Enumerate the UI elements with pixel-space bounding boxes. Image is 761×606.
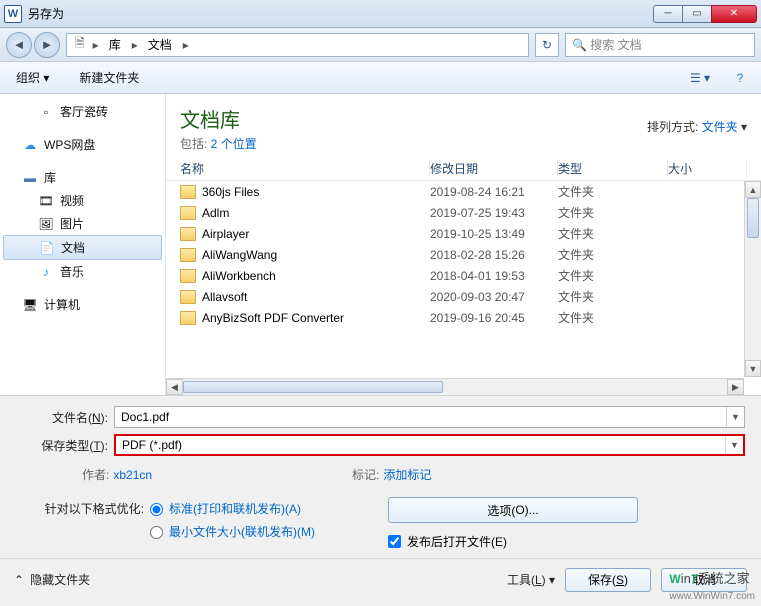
app-icon: W [4,5,22,23]
breadcrumb-root-icon: 🗎 [71,34,89,55]
sidebar: ▫客厅瓷砖 ☁WPS网盘 ▬库 🎞视频 🖼图片 📄文档 ♪音乐 🖥计算机 [0,94,166,395]
main-pane: 文档库 包括: 2 个位置 排列方式: 文件夹 ▾ 名称 修改日期 类型 大小 … [166,94,761,395]
folder-icon [180,269,196,283]
radio-standard-label[interactable]: 标准(打印和联机发布)(A) [169,500,301,517]
dropdown-icon[interactable]: ▼ [726,407,744,427]
hscroll-thumb[interactable] [183,381,443,393]
scroll-thumb[interactable] [747,198,759,238]
filetype-select[interactable]: PDF (*.pdf)▼ [114,434,745,456]
view-button[interactable]: ☰ ▾ [687,67,713,89]
filename-input[interactable]: Doc1.pdf▼ [114,406,745,428]
table-row[interactable]: AliWangWang2018-02-28 15:26文件夹 [180,244,761,265]
sidebar-item-computer[interactable]: 🖥计算机 [0,293,165,316]
new-folder-button[interactable]: 新建文件夹 [71,67,147,88]
table-row[interactable]: Allavsoft2020-09-03 20:47文件夹 [180,286,761,307]
folder-icon [180,227,196,241]
forward-button[interactable]: ► [34,32,60,58]
sidebar-item-libraries[interactable]: ▬库 [0,166,165,189]
search-icon: 🔍 [572,38,587,52]
video-icon: 🎞 [38,193,54,209]
radio-minimum[interactable] [150,526,163,539]
window-controls: ─ ▭ ✕ [654,5,757,23]
sidebar-item-video[interactable]: 🎞视频 [0,189,165,212]
collapse-icon: ⌃ [14,573,24,587]
close-button[interactable]: ✕ [711,5,757,23]
tile-icon: ▫ [38,104,54,120]
refresh-button[interactable]: ↻ [535,33,559,57]
table-row[interactable]: AliWorkbench2018-04-01 19:53文件夹 [180,265,761,286]
file-list: 360js Files2019-08-24 16:21文件夹Adlm2019-0… [166,181,761,395]
minimize-button[interactable]: ─ [653,5,683,23]
horizontal-scrollbar[interactable]: ◀ ▶ [166,378,744,395]
toolbar: 组织 ▾ 新建文件夹 ☰ ▾ ? [0,62,761,94]
save-options-pane: 文件名(N): Doc1.pdf▼ 保存类型(T): PDF (*.pdf)▼ … [0,396,761,558]
window-title: 另存为 [28,5,64,22]
search-input[interactable]: 🔍 搜索 文档 [565,33,755,57]
sidebar-item-tiles[interactable]: ▫客厅瓷砖 [0,100,165,123]
back-button[interactable]: ◄ [6,32,32,58]
author-field[interactable]: 作者:xb21cn [82,466,152,483]
radio-standard[interactable] [150,503,163,516]
computer-icon: 🖥 [22,297,38,313]
organize-button[interactable]: 组织 ▾ [8,67,57,88]
picture-icon: 🖼 [38,216,54,232]
open-after-checkbox[interactable] [388,535,401,548]
sidebar-item-pictures[interactable]: 🖼图片 [0,212,165,235]
scroll-right-button[interactable]: ▶ [727,379,744,395]
sidebar-item-documents[interactable]: 📄文档 [3,235,162,260]
sort-box[interactable]: 排列方式: 文件夹 ▾ [647,118,747,135]
scroll-down-button[interactable]: ▼ [745,360,761,377]
folder-icon [180,290,196,304]
library-title: 文档库 [180,104,257,133]
breadcrumb-root[interactable]: 库 [103,36,128,53]
column-headers: 名称 修改日期 类型 大小 [166,154,761,181]
scroll-up-button[interactable]: ▲ [745,181,761,198]
open-after-label[interactable]: 发布后打开文件(E) [407,533,507,550]
search-placeholder: 搜索 文档 [590,36,641,53]
titlebar: W 另存为 ─ ▭ ✕ [0,0,761,28]
col-date[interactable]: 修改日期 [430,160,558,177]
col-type[interactable]: 类型 [558,160,668,177]
breadcrumb-current[interactable]: 文档 [142,36,179,53]
footer: ⌃隐藏文件夹 工具(L) ▾ 保存(S) 取消 [0,558,761,600]
table-row[interactable]: Airplayer2019-10-25 13:49文件夹 [180,223,761,244]
table-row[interactable]: AnyBizSoft PDF Converter2019-09-16 20:45… [180,307,761,328]
table-row[interactable]: Adlm2019-07-25 19:43文件夹 [180,202,761,223]
filetype-label: 保存类型(T): [16,437,114,454]
radio-minimum-label[interactable]: 最小文件大小(联机发布)(M) [169,523,315,540]
col-name[interactable]: 名称 [180,160,430,177]
dropdown-icon[interactable]: ▼ [725,436,743,454]
optimize-label: 针对以下格式优化: [30,500,144,517]
sidebar-item-wps[interactable]: ☁WPS网盘 [0,133,165,156]
hide-folders-link[interactable]: ⌃隐藏文件夹 [14,571,90,588]
include-count-link[interactable]: 2 个位置 [211,137,257,151]
document-icon: 📄 [39,240,55,256]
folder-icon [180,206,196,220]
breadcrumb[interactable]: 🗎 ▸ 库 ▸ 文档 ▸ [66,33,529,57]
help-button[interactable]: ? [727,67,753,89]
folder-icon [180,311,196,325]
library-icon: ▬ [22,170,38,186]
tags-field[interactable]: 标记:添加标记 [352,466,431,483]
cloud-icon: ☁ [22,137,38,153]
save-button[interactable]: 保存(S) [565,568,651,592]
folder-icon [180,185,196,199]
music-icon: ♪ [38,264,54,280]
folder-icon [180,248,196,262]
library-subtitle: 包括: 2 个位置 [180,135,257,152]
nav-row: ◄ ► 🗎 ▸ 库 ▸ 文档 ▸ ↻ 🔍 搜索 文档 [0,28,761,62]
options-button[interactable]: 选项(O)... [388,497,638,523]
scroll-left-button[interactable]: ◀ [166,379,183,395]
watermark: Win7Win7系统之家系统之家 www.WinWin7.com [669,568,755,602]
vertical-scrollbar[interactable]: ▲ ▼ [744,181,761,377]
maximize-button[interactable]: ▭ [682,5,712,23]
sidebar-item-music[interactable]: ♪音乐 [0,260,165,283]
tools-menu[interactable]: 工具(L) ▾ [507,571,555,588]
table-row[interactable]: 360js Files2019-08-24 16:21文件夹 [180,181,761,202]
filename-label: 文件名(N): [16,409,114,426]
col-size[interactable]: 大小 [668,160,747,177]
